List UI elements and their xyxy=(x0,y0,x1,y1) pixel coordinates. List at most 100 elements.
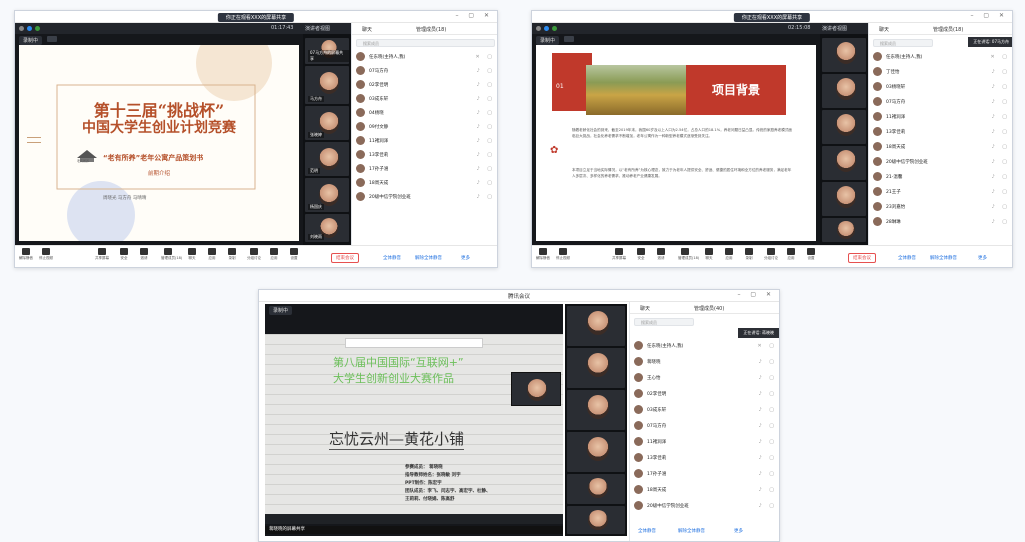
member-row[interactable]: 11褚润泽 ♪ ▢ xyxy=(634,436,777,448)
video-thumb[interactable]: 刘晓雨 xyxy=(305,214,349,242)
member-row[interactable]: 04杨晓 ♪ ▢ xyxy=(356,107,495,119)
member-row[interactable]: 王心怡 ♪ ▢ xyxy=(634,372,777,384)
security-button[interactable]: 安全 xyxy=(117,248,131,261)
video-thumb[interactable]: 张晓婷 xyxy=(305,106,349,140)
tab-chat[interactable]: 聊天 xyxy=(362,26,372,33)
invite-button[interactable]: 邀请 xyxy=(137,248,151,261)
member-row[interactable]: 28琳琳 ♪ ▢ xyxy=(873,216,1010,228)
video-thumb[interactable] xyxy=(567,474,625,504)
member-row[interactable]: 18周天成 ♪ ▢ xyxy=(873,141,1010,153)
video-thumb[interactable]: 范明 xyxy=(305,142,349,176)
mic-icon[interactable]: ♪ ▢ xyxy=(758,439,777,445)
video-thumb[interactable]: 07马方舟的屏幕共享 xyxy=(305,38,349,64)
member-search-input[interactable]: 搜索成员 xyxy=(634,318,694,326)
member-row[interactable]: 02李佳明 ♪ ▢ xyxy=(634,388,777,400)
mic-icon[interactable]: ♪ ▢ xyxy=(476,110,495,116)
member-row[interactable]: 11褚润泽 ♪ ▢ xyxy=(873,111,1010,123)
video-thumb[interactable] xyxy=(822,74,866,108)
mic-icon[interactable]: ♪ ▢ xyxy=(758,423,777,429)
member-row[interactable]: 20级中信学院创业班 ♪ ▢ xyxy=(873,156,1010,168)
unmute-button[interactable]: 解除静音 xyxy=(536,248,550,261)
member-row[interactable]: 任东晓(主持人,我) ✕ ▢ xyxy=(873,51,1010,63)
member-row[interactable]: 21-温馨 ♪ ▢ xyxy=(873,171,1010,183)
window-controls[interactable]: – ▢ ✕ xyxy=(737,291,775,298)
mic-icon[interactable]: ♪ ▢ xyxy=(758,471,777,477)
share-title-pill[interactable]: 你正在观看XXX的屏幕共享 xyxy=(733,13,811,22)
mic-icon[interactable]: ♪ ▢ xyxy=(991,69,1010,75)
member-row[interactable]: 17孙子涵 ♪ ▢ xyxy=(634,468,777,480)
pause-button[interactable] xyxy=(47,36,57,42)
mute-all-link[interactable]: 全体静音 xyxy=(898,255,916,261)
member-row[interactable]: 18周天成 ♪ ▢ xyxy=(634,484,777,496)
mic-icon[interactable]: ♪ ▢ xyxy=(991,174,1010,180)
mic-icon[interactable]: ♪ ▢ xyxy=(991,129,1010,135)
mic-icon[interactable]: ♪ ▢ xyxy=(991,159,1010,165)
chat-button[interactable]: 聊天 xyxy=(185,248,199,261)
mic-icon[interactable]: ♪ ▢ xyxy=(476,194,495,200)
more-link[interactable]: 更多 xyxy=(978,255,987,261)
mic-icon[interactable]: ♪ ▢ xyxy=(991,114,1010,120)
stop-video-button[interactable]: 停止视频 xyxy=(556,248,570,261)
member-row[interactable]: 03成东轩 ♪ ▢ xyxy=(356,93,495,105)
tab-chat[interactable]: 聊天 xyxy=(640,305,650,312)
member-row[interactable]: 18周天成 ♪ ▢ xyxy=(356,177,495,189)
member-row[interactable]: 17孙子涵 ♪ ▢ xyxy=(356,163,495,175)
mic-icon[interactable]: ♪ ▢ xyxy=(476,166,495,172)
window-controls[interactable]: – ▢ ✕ xyxy=(970,12,1008,19)
record-button[interactable]: 录制 xyxy=(225,248,239,261)
apps2-button[interactable]: 应用 xyxy=(784,248,798,261)
mic-icon[interactable]: ✕ ▢ xyxy=(990,54,1010,60)
apps-button[interactable]: 应用 xyxy=(205,248,219,261)
video-thumb[interactable] xyxy=(567,348,625,388)
mic-icon[interactable]: ♪ ▢ xyxy=(758,503,777,509)
unmute-all-link[interactable]: 解除全体静音 xyxy=(678,528,705,534)
member-row[interactable]: 09付文静 ♪ ▢ xyxy=(356,121,495,133)
member-row[interactable]: 07马方舟 ♪ ▢ xyxy=(873,96,1010,108)
mic-icon[interactable]: ♪ ▢ xyxy=(758,359,777,365)
member-row[interactable]: 任东晓(主持人,我) ✕ ▢ xyxy=(634,340,777,352)
end-meeting-button[interactable]: 结束会议 xyxy=(848,253,876,263)
chat-button[interactable]: 聊天 xyxy=(702,248,716,261)
video-thumb[interactable] xyxy=(567,306,625,346)
end-meeting-button[interactable]: 结束会议 xyxy=(331,253,359,263)
member-row[interactable]: 13李佳莉 ♪ ▢ xyxy=(873,126,1010,138)
tab-members[interactable]: 管理成员(18) xyxy=(416,26,446,33)
settings-button[interactable]: 设置 xyxy=(287,248,301,261)
mute-all-link[interactable]: 全体静音 xyxy=(638,528,656,534)
member-row[interactable]: 13李佳莉 ♪ ▢ xyxy=(634,452,777,464)
video-thumb[interactable] xyxy=(822,146,866,180)
mic-icon[interactable]: ♪ ▢ xyxy=(476,180,495,186)
tab-chat[interactable]: 聊天 xyxy=(879,26,889,33)
mic-icon[interactable]: ♪ ▢ xyxy=(991,204,1010,210)
member-row[interactable]: 20级中信学院创业班 ♪ ▢ xyxy=(634,500,777,512)
unmute-button[interactable]: 解除静音 xyxy=(19,248,33,261)
view-mode-button[interactable]: 演讲者视图 xyxy=(822,25,847,32)
member-search-input[interactable]: 搜索成员 xyxy=(356,39,495,47)
mic-icon[interactable]: ♪ ▢ xyxy=(758,455,777,461)
stop-video-button[interactable]: 停止视频 xyxy=(39,248,53,261)
info-icon[interactable] xyxy=(536,26,541,31)
manage-members-button[interactable]: 管理成员(18) xyxy=(678,248,699,261)
mic-icon[interactable]: ♪ ▢ xyxy=(758,375,777,381)
member-row[interactable]: 02李佳明 ♪ ▢ xyxy=(356,79,495,91)
info-icon[interactable] xyxy=(19,26,24,31)
shield-icon[interactable] xyxy=(544,26,549,31)
video-thumb[interactable] xyxy=(567,432,625,472)
share-title-pill[interactable]: 你正在观看XXX的屏幕共享 xyxy=(217,13,295,22)
member-row[interactable]: 07马方舟 ♪ ▢ xyxy=(634,420,777,432)
mic-icon[interactable]: ♪ ▢ xyxy=(758,487,777,493)
mic-icon[interactable]: ♪ ▢ xyxy=(758,391,777,397)
mic-icon[interactable]: ✕ ▢ xyxy=(757,343,777,349)
tab-members[interactable]: 管理成员(18) xyxy=(933,26,963,33)
member-row[interactable]: 11褚润泽 ♪ ▢ xyxy=(356,135,495,147)
tab-members[interactable]: 管理成员(40) xyxy=(694,305,724,312)
mic-icon[interactable]: ♪ ▢ xyxy=(476,82,495,88)
mic-icon[interactable]: ♪ ▢ xyxy=(991,99,1010,105)
breakout-button[interactable]: 分组讨论 xyxy=(247,248,261,261)
manage-members-button[interactable]: 管理成员(18) xyxy=(161,248,182,261)
member-row[interactable]: 丁佳怡 ♪ ▢ xyxy=(873,66,1010,78)
apps-button[interactable]: 应用 xyxy=(722,248,736,261)
member-row[interactable]: 07马方舟 ♪ ▢ xyxy=(356,65,495,77)
mic-icon[interactable]: ♪ ▢ xyxy=(476,124,495,130)
more-link[interactable]: 更多 xyxy=(734,528,743,534)
